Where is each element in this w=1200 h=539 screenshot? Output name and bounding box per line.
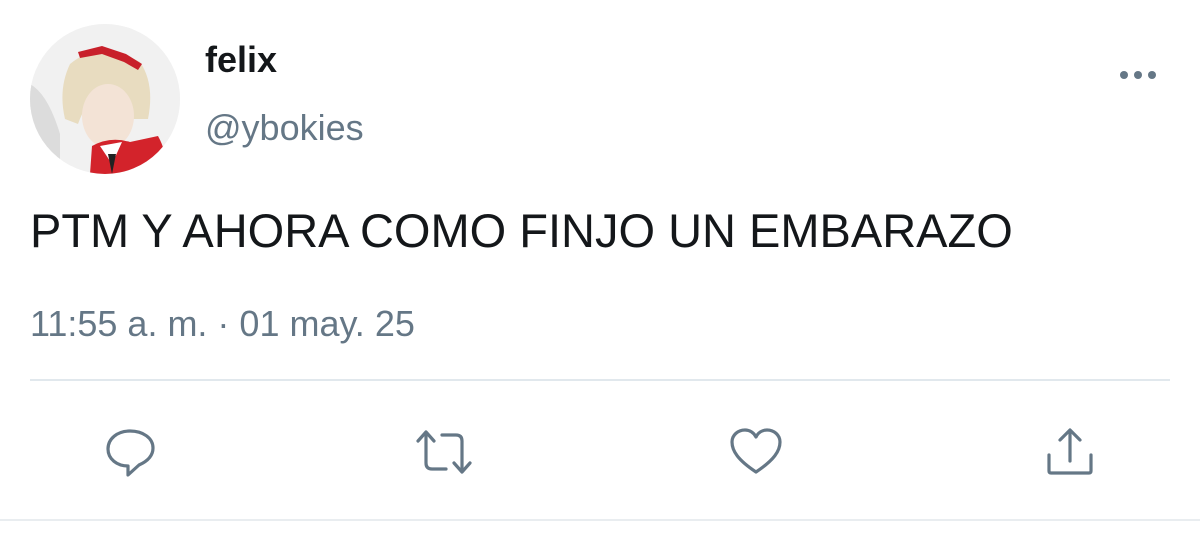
more-horizontal-icon [1134,71,1142,79]
avatar-image [30,24,180,174]
divider [30,379,1170,381]
heart-icon [730,428,782,474]
like-button[interactable] [726,422,786,482]
retweet-icon [416,430,472,474]
more-options-button[interactable] [1108,60,1168,90]
reply-icon [106,429,155,477]
divider [0,519,1200,521]
share-icon [1047,428,1093,475]
author-display-name[interactable]: felix [205,38,277,82]
share-button[interactable] [1040,422,1100,482]
more-horizontal-icon [1148,71,1156,79]
more-horizontal-icon [1120,71,1128,79]
reply-button[interactable] [100,422,160,482]
author-handle[interactable]: @ybokies [205,106,364,150]
avatar[interactable] [30,24,180,174]
retweet-button[interactable] [414,422,474,482]
tweet-text: PTM Y AHORA COMO FINJO UN EMBARAZO [30,204,1013,257]
tweet-timestamp[interactable]: 11:55 a. m. · 01 may. 25 [30,302,415,346]
tweet-card: felix @ybokies PTM Y AHORA COMO FINJO UN… [0,0,1200,539]
